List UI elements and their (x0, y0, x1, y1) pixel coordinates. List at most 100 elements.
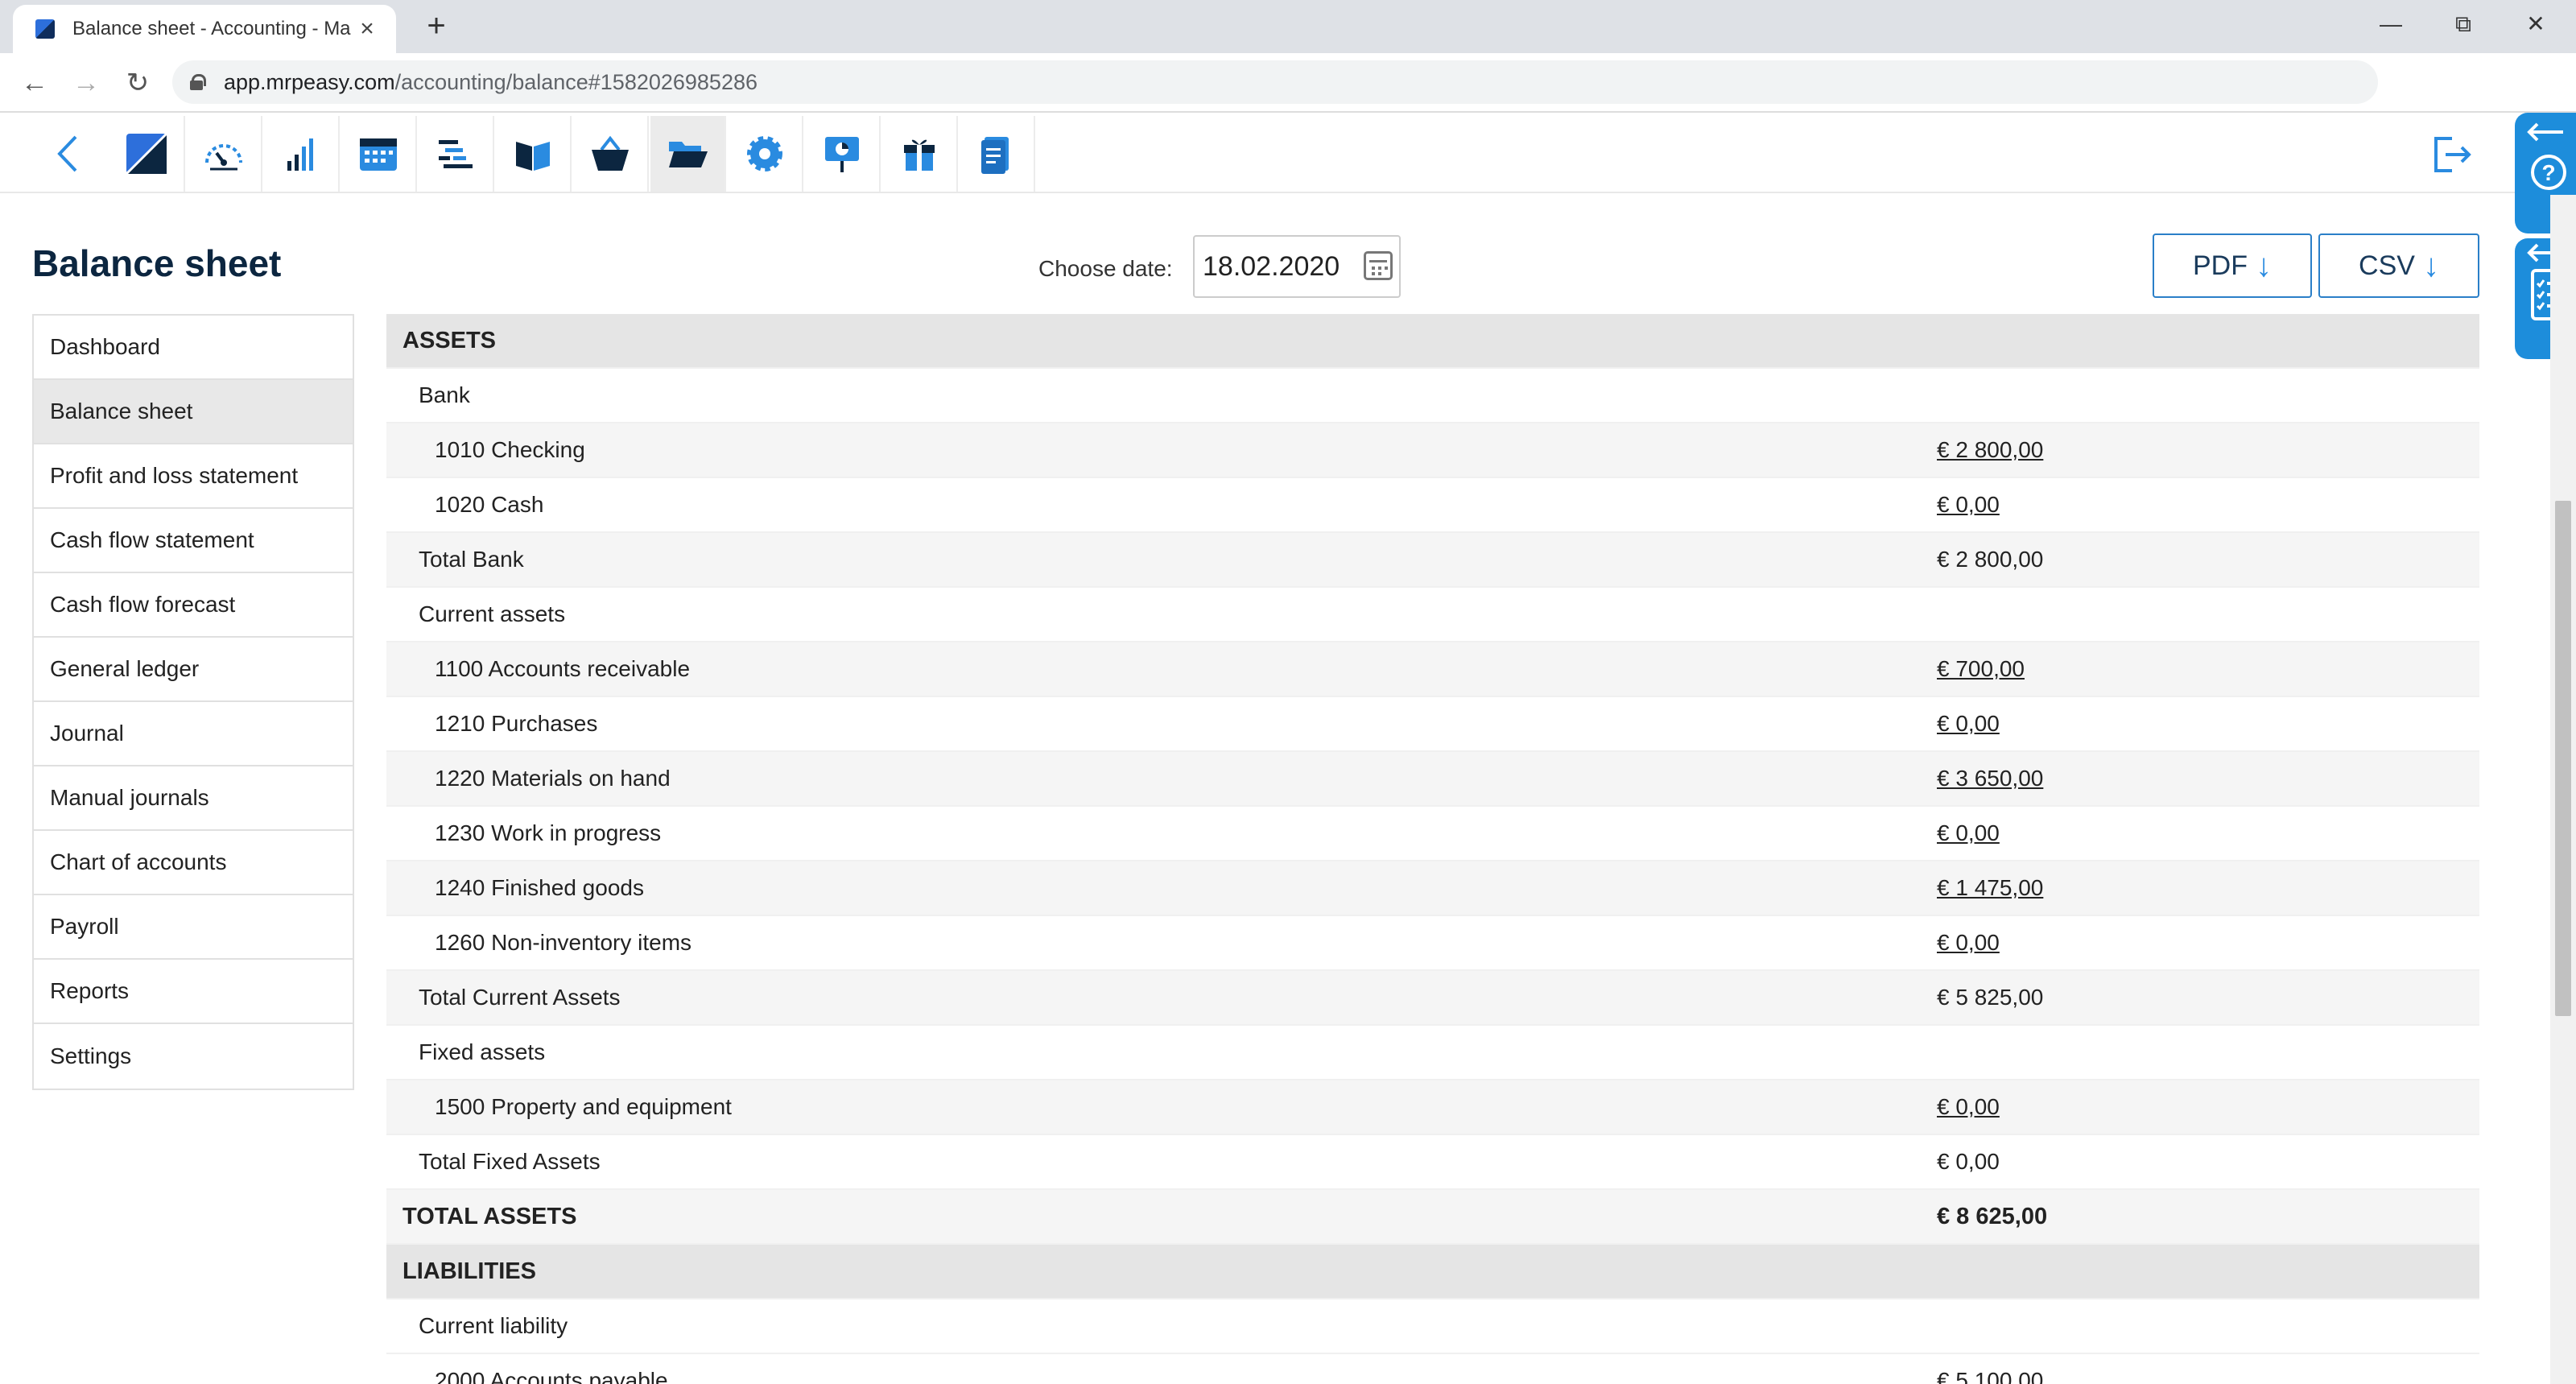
row-label: Bank (419, 382, 470, 407)
sidebar-item[interactable]: Balance sheet (34, 380, 353, 444)
sidebar-item[interactable]: Chart of accounts (34, 831, 353, 895)
calendar-icon[interactable] (341, 116, 417, 192)
lock-icon (190, 74, 206, 90)
document-icon[interactable] (960, 116, 1035, 192)
bar-chart-icon[interactable] (264, 116, 340, 192)
gift-icon[interactable] (882, 116, 958, 192)
total-row: Total Bank € 2 800,00 (386, 533, 2479, 588)
sidebar-item[interactable]: Settings (34, 1024, 353, 1089)
row-label: 1020 Cash (435, 492, 544, 517)
amount-link[interactable]: € 2 800,00 (1937, 437, 2479, 463)
account-row: 1240 Finished goods € 1 475,00 (386, 861, 2479, 916)
account-row: 1230 Work in progress € 0,00 (386, 807, 2479, 861)
account-row: 1100 Accounts receivable € 700,00 (386, 642, 2479, 697)
total-row: TOTAL ASSETS € 8 625,00 (386, 1190, 2479, 1245)
accounting-sidebar: Dashboard Balance sheet Profit and loss st… (32, 314, 354, 1090)
row-label: Fixed assets (419, 1039, 546, 1064)
date-value: 18.02.2020 (1203, 251, 1340, 282)
row-label: Total Fixed Assets (419, 1149, 601, 1174)
scrollbar-thumb[interactable] (2555, 501, 2571, 1016)
amount-link[interactable]: € 3 650,00 (1937, 766, 2479, 791)
window-close-button[interactable]: ✕ (2504, 3, 2568, 45)
account-row: 1260 Non-inventory items € 0,00 (386, 916, 2479, 971)
back-arrow-icon[interactable] (32, 116, 108, 192)
new-tab-button[interactable]: + (419, 10, 454, 45)
row-label: 1500 Property and equipment (435, 1094, 732, 1119)
account-row: 1210 Purchases € 0,00 (386, 697, 2479, 752)
download-arrow-icon: ↓ (2422, 248, 2439, 283)
row-label: 1240 Finished goods (435, 875, 644, 900)
download-arrow-icon: ↓ (2256, 248, 2272, 283)
restore-button[interactable]: ⧉ (2431, 3, 2496, 45)
logo-icon[interactable] (109, 116, 185, 192)
url-field[interactable]: app.mrpeasy.com/accounting/balance#15820… (172, 60, 2378, 104)
amount-link[interactable]: € 700,00 (1937, 656, 2479, 682)
csv-label: CSV (2359, 250, 2415, 281)
sidebar-item[interactable]: Cash flow forecast (34, 573, 353, 638)
amount-link[interactable]: € 1 475,00 (1937, 875, 2479, 901)
row-label: Total Current Assets (419, 985, 621, 1010)
account-row: 2000 Accounts payable € 5 100,00 (386, 1354, 2479, 1384)
row-label: Current liability (419, 1313, 568, 1338)
tab-title: Balance sheet - Accounting - Ma (72, 18, 351, 39)
row-label: TOTAL ASSETS (402, 1203, 577, 1229)
amount-value: € 2 800,00 (1937, 547, 2044, 572)
row-label: ASSETS (402, 327, 497, 353)
account-row: 1500 Property and equipment € 0,00 (386, 1080, 2479, 1135)
browser-tabstrip: Balance sheet - Accounting - Ma × + — ⧉ … (0, 0, 2576, 53)
group-row: Bank (386, 369, 2479, 423)
sidebar-item[interactable]: Cash flow statement (34, 509, 353, 573)
reload-button[interactable]: ↻ (119, 64, 156, 101)
browser-tab[interactable]: Balance sheet - Accounting - Ma × (13, 5, 396, 53)
amount-link[interactable]: € 5 100,00 (1937, 1368, 2479, 1384)
book-icon[interactable] (496, 116, 572, 192)
row-label: Current assets (419, 601, 566, 626)
row-label: 1100 Accounts receivable (435, 656, 691, 681)
amount-link[interactable]: € 0,00 (1937, 930, 2479, 956)
back-button[interactable]: ← (16, 64, 53, 101)
app-toolbar (0, 114, 2576, 193)
basket-icon[interactable] (573, 116, 649, 192)
amount-value: € 8 625,00 (1937, 1203, 2048, 1229)
sidebar-item[interactable]: Profit and loss statement (34, 444, 353, 509)
gantt-icon[interactable] (419, 116, 494, 192)
sidebar-item[interactable]: Payroll (34, 895, 353, 960)
calendar-picker-icon[interactable] (1364, 251, 1393, 280)
amount-link[interactable]: € 0,00 (1937, 1094, 2479, 1120)
row-label: LIABILITIES (402, 1258, 536, 1284)
sidebar-item[interactable]: Manual journals (34, 766, 353, 831)
section-header-row: LIABILITIES (386, 1245, 2479, 1299)
scrollbar[interactable] (2550, 195, 2576, 1384)
group-row: Current liability (386, 1299, 2479, 1354)
url-path: /accounting/balance#1582026985286 (394, 69, 758, 94)
amount-link[interactable]: € 0,00 (1937, 820, 2479, 846)
favicon-icon (35, 19, 55, 39)
account-row: 1020 Cash € 0,00 (386, 478, 2479, 533)
csv-download-button[interactable]: CSV ↓ (2318, 233, 2479, 298)
row-label: 2000 Accounts payable (435, 1368, 668, 1384)
tab-close-icon[interactable]: × (353, 14, 382, 43)
amount-value: € 5 825,00 (1937, 985, 2044, 1010)
balance-sheet-table: ASSETS Bank 1010 Checking € 2 800,00 1020 Ca… (386, 314, 2479, 1384)
amount-value: € 0,00 (1937, 1149, 2000, 1174)
presentation-icon[interactable] (805, 116, 881, 192)
sidebar-item[interactable]: Reports (34, 960, 353, 1024)
pdf-download-button[interactable]: PDF ↓ (2153, 233, 2312, 298)
dashboard-gauge-icon[interactable] (187, 116, 262, 192)
row-label: 1220 Materials on hand (435, 766, 671, 791)
gear-icon[interactable] (728, 116, 803, 192)
date-input[interactable]: 18.02.2020 (1193, 235, 1401, 298)
amount-link[interactable]: € 0,00 (1937, 492, 2479, 518)
amount-link[interactable]: € 0,00 (1937, 711, 2479, 737)
forward-button[interactable]: → (68, 64, 105, 101)
pdf-label: PDF (2193, 250, 2248, 281)
minimize-button[interactable]: — (2359, 3, 2423, 45)
sidebar-item[interactable]: Dashboard (34, 316, 353, 380)
sidebar-item[interactable]: General ledger (34, 638, 353, 702)
section-header-row: ASSETS (386, 314, 2479, 369)
row-label: 1010 Checking (435, 437, 585, 462)
folder-icon[interactable] (650, 116, 726, 192)
sidebar-item[interactable]: Journal (34, 702, 353, 766)
logout-icon[interactable] (2428, 130, 2476, 179)
svg-text:?: ? (2541, 160, 2555, 185)
